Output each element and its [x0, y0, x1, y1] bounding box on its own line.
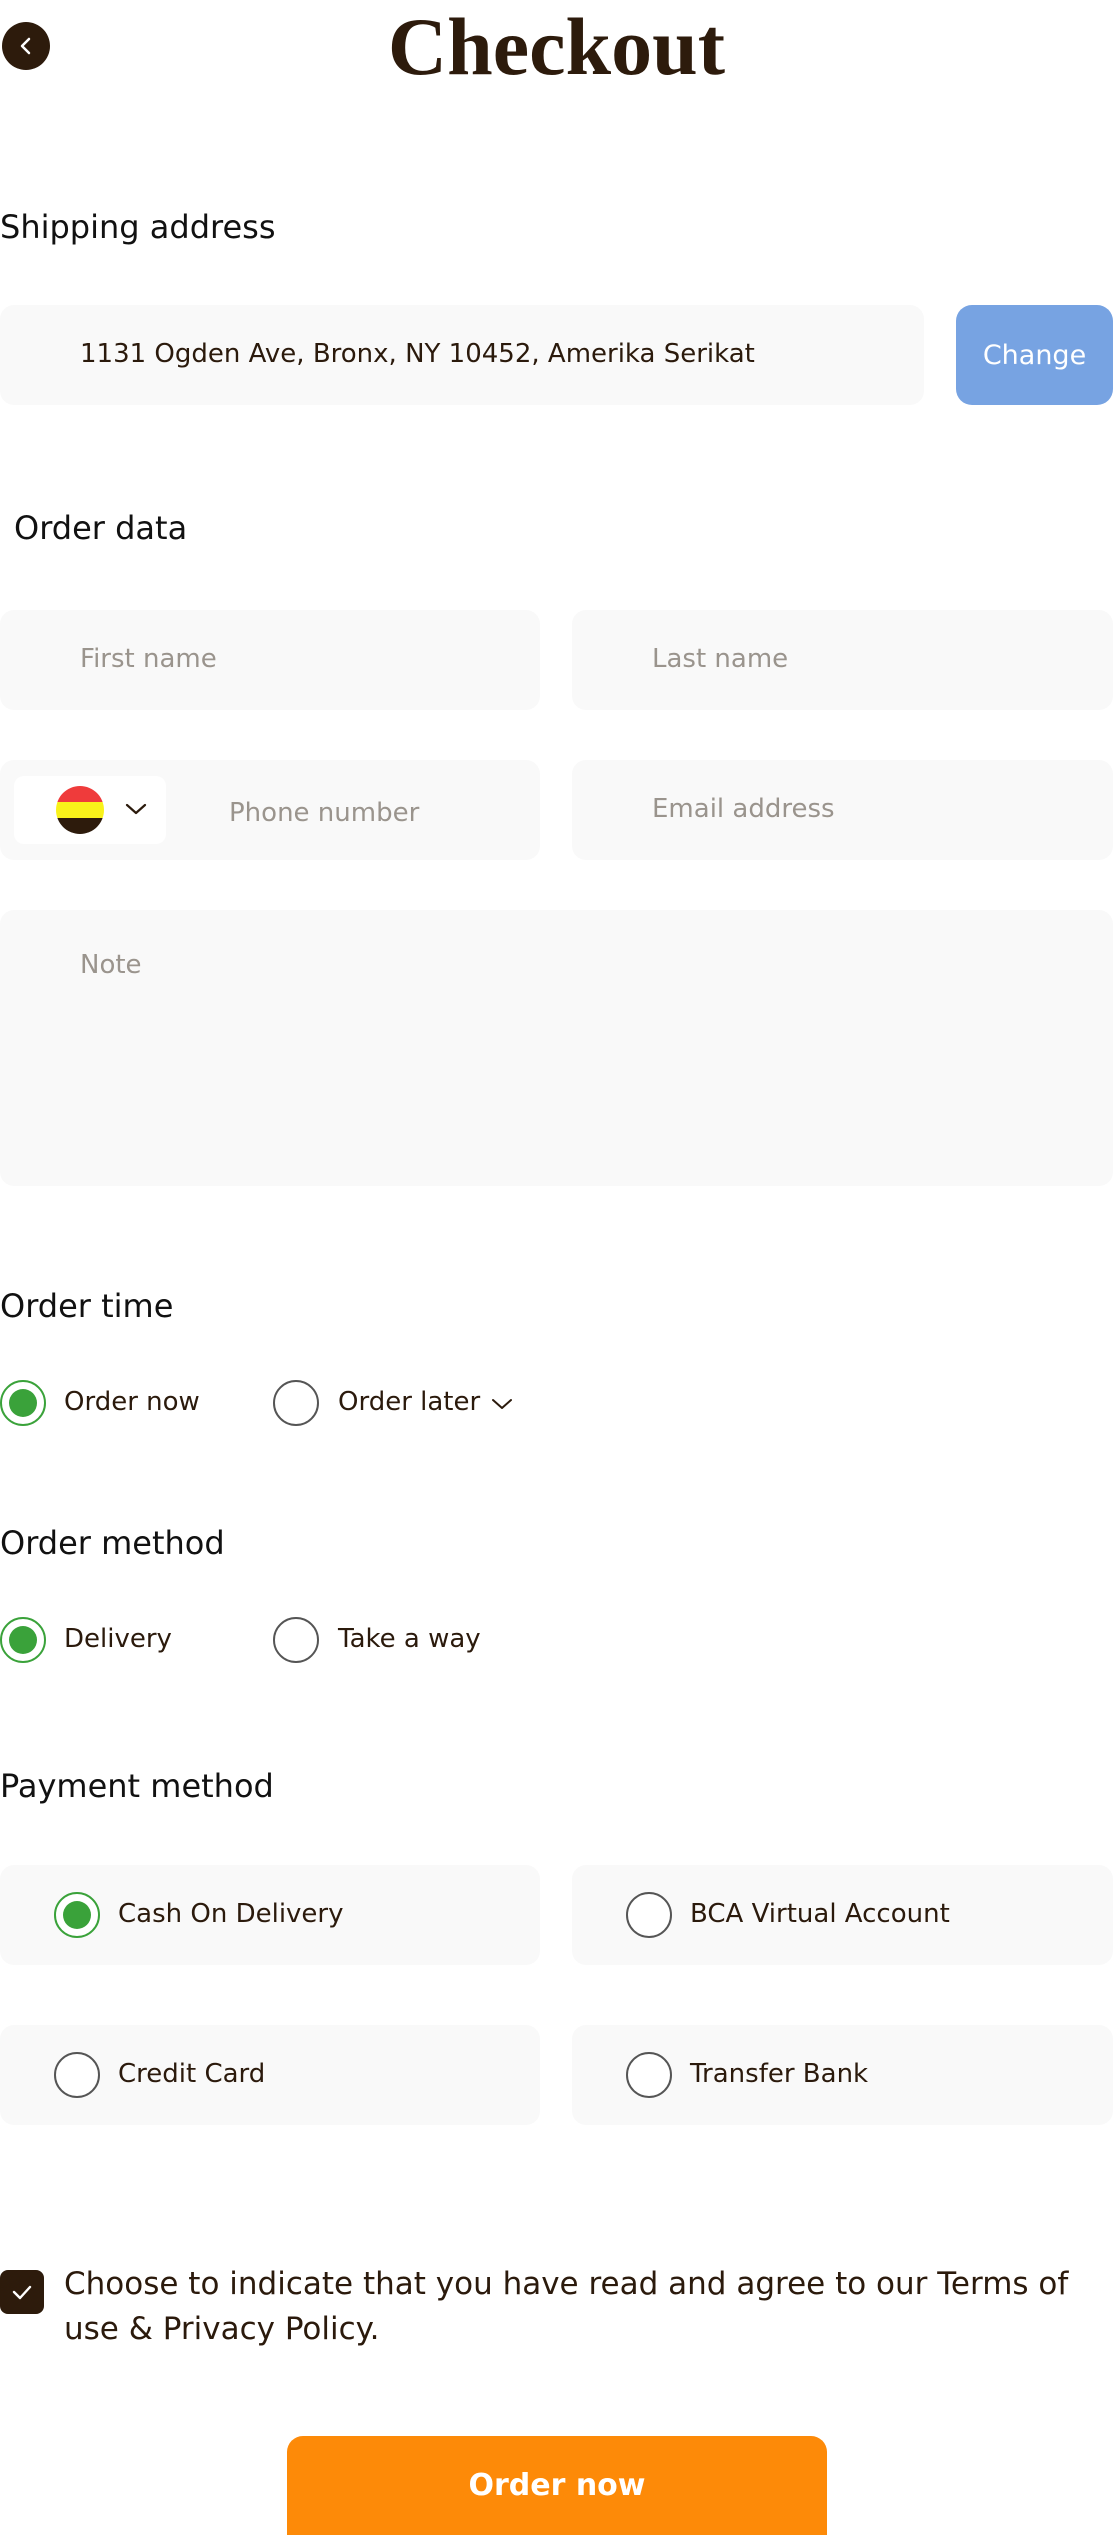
order-method-title: Order method [0, 1524, 225, 1562]
cod-label: Cash On Delivery [118, 1899, 344, 1929]
order-now-radio[interactable] [0, 1380, 46, 1426]
page-title: Checkout [387, 1, 726, 92]
chevron-down-icon[interactable] [490, 1395, 514, 1413]
bca-label: BCA Virtual Account [690, 1899, 950, 1929]
order-later-radio[interactable] [273, 1380, 319, 1426]
payment-option-credit-card[interactable]: Credit Card [0, 2025, 540, 2125]
take-away-radio[interactable] [273, 1617, 319, 1663]
note-placeholder: Note [80, 950, 142, 980]
transfer-bank-label: Transfer Bank [690, 2059, 869, 2089]
chevron-down-icon [125, 803, 147, 815]
shipping-address-field[interactable]: 1131 Ogden Ave, Bronx, NY 10452, Amerika… [0, 305, 924, 405]
delivery-radio[interactable] [0, 1617, 46, 1663]
shipping-address-title: Shipping address [0, 208, 276, 246]
credit-card-radio[interactable] [54, 2052, 100, 2098]
payment-option-cod[interactable]: Cash On Delivery [0, 1865, 540, 1965]
change-address-button[interactable]: Change [956, 305, 1113, 405]
last-name-field[interactable]: Last name [572, 610, 1113, 710]
terms-text: Choose to indicate that you have read an… [64, 2266, 1069, 2347]
check-icon [12, 2285, 32, 2300]
phone-placeholder: Phone number [229, 798, 420, 828]
last-name-placeholder: Last name [652, 644, 789, 674]
shipping-address-value: 1131 Ogden Ave, Bronx, NY 10452, Amerika… [80, 339, 755, 369]
payment-option-transfer-bank[interactable]: Transfer Bank [572, 2025, 1113, 2125]
order-now-label: Order now [64, 1387, 200, 1417]
email-field[interactable]: Email address [572, 760, 1113, 860]
flag-icon [56, 786, 104, 834]
order-time-title: Order time [0, 1287, 174, 1325]
order-now-button[interactable]: Order now [287, 2436, 827, 2535]
first-name-placeholder: First name [80, 644, 217, 674]
take-away-label: Take a way [338, 1624, 481, 1654]
transfer-bank-radio[interactable] [626, 2052, 672, 2098]
order-later-label: Order later [338, 1387, 481, 1417]
payment-method-title: Payment method [0, 1767, 274, 1805]
cod-radio[interactable] [54, 1892, 100, 1938]
first-name-field[interactable]: First name [0, 610, 540, 710]
terms-checkbox[interactable] [0, 2270, 44, 2314]
email-placeholder: Email address [652, 794, 835, 824]
credit-card-label: Credit Card [118, 2059, 266, 2089]
note-field[interactable]: Note [0, 910, 1113, 1186]
order-data-title: Order data [14, 509, 188, 547]
delivery-label: Delivery [64, 1624, 172, 1654]
payment-option-bca[interactable]: BCA Virtual Account [572, 1865, 1113, 1965]
bca-radio[interactable] [626, 1892, 672, 1938]
country-code-selector[interactable] [14, 776, 166, 844]
